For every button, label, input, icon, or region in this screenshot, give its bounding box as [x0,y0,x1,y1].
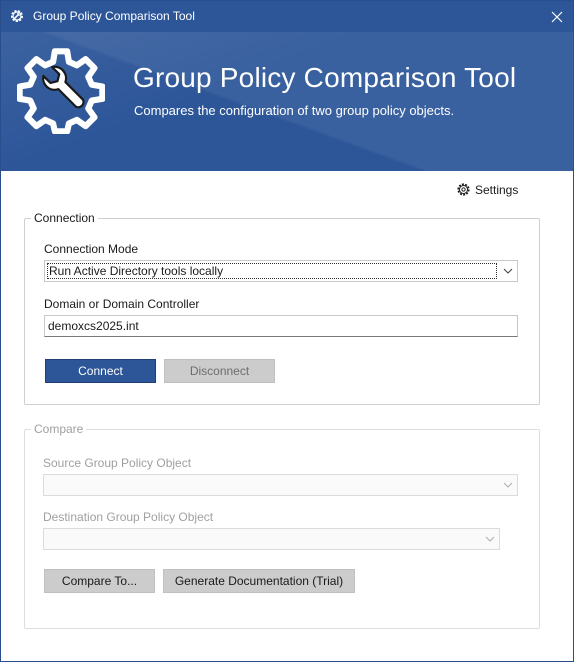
gear-wrench-icon [17,48,105,134]
domain-label: Domain or Domain Controller [44,297,200,311]
destination-gpo-select[interactable] [43,528,500,550]
chevron-down-icon [503,268,513,274]
gear-icon [457,183,470,196]
close-icon [551,11,563,22]
connect-button[interactable]: Connect [45,359,156,383]
disconnect-button[interactable]: Disconnect [164,359,275,383]
compare-to-button[interactable]: Compare To... [44,569,155,593]
title-bar: Group Policy Comparison Tool [1,1,573,32]
source-gpo-label: Source Group Policy Object [43,456,192,470]
domain-input[interactable]: demoxcs2025.int [44,315,518,337]
connection-legend: Connection [31,211,98,225]
chevron-down-icon [503,482,513,488]
settings-button[interactable]: Settings [456,182,518,197]
destination-gpo-label: Destination Group Policy Object [43,510,214,524]
close-button[interactable] [541,1,573,32]
gear-wrench-icon [11,10,23,22]
connection-mode-select[interactable]: Run Active Directory tools locally [44,260,518,282]
connection-mode-label: Connection Mode [44,242,139,256]
connection-mode-value: Run Active Directory tools locally [47,263,497,279]
app-window: Group Policy Comparison Tool Group Polic… [0,0,574,662]
banner-subtitle: Compares the configuration of two group … [134,103,455,118]
settings-label: Settings [475,182,519,197]
window-title: Group Policy Comparison Tool [33,9,195,23]
banner-title: Group Policy Comparison Tool [133,62,517,93]
header-banner: Group Policy Comparison Tool Compares th… [1,32,573,171]
generate-documentation-button[interactable]: Generate Documentation (Trial) [163,569,355,593]
chevron-down-icon [485,536,495,542]
compare-legend: Compare [31,422,87,436]
source-gpo-select[interactable] [43,474,518,496]
